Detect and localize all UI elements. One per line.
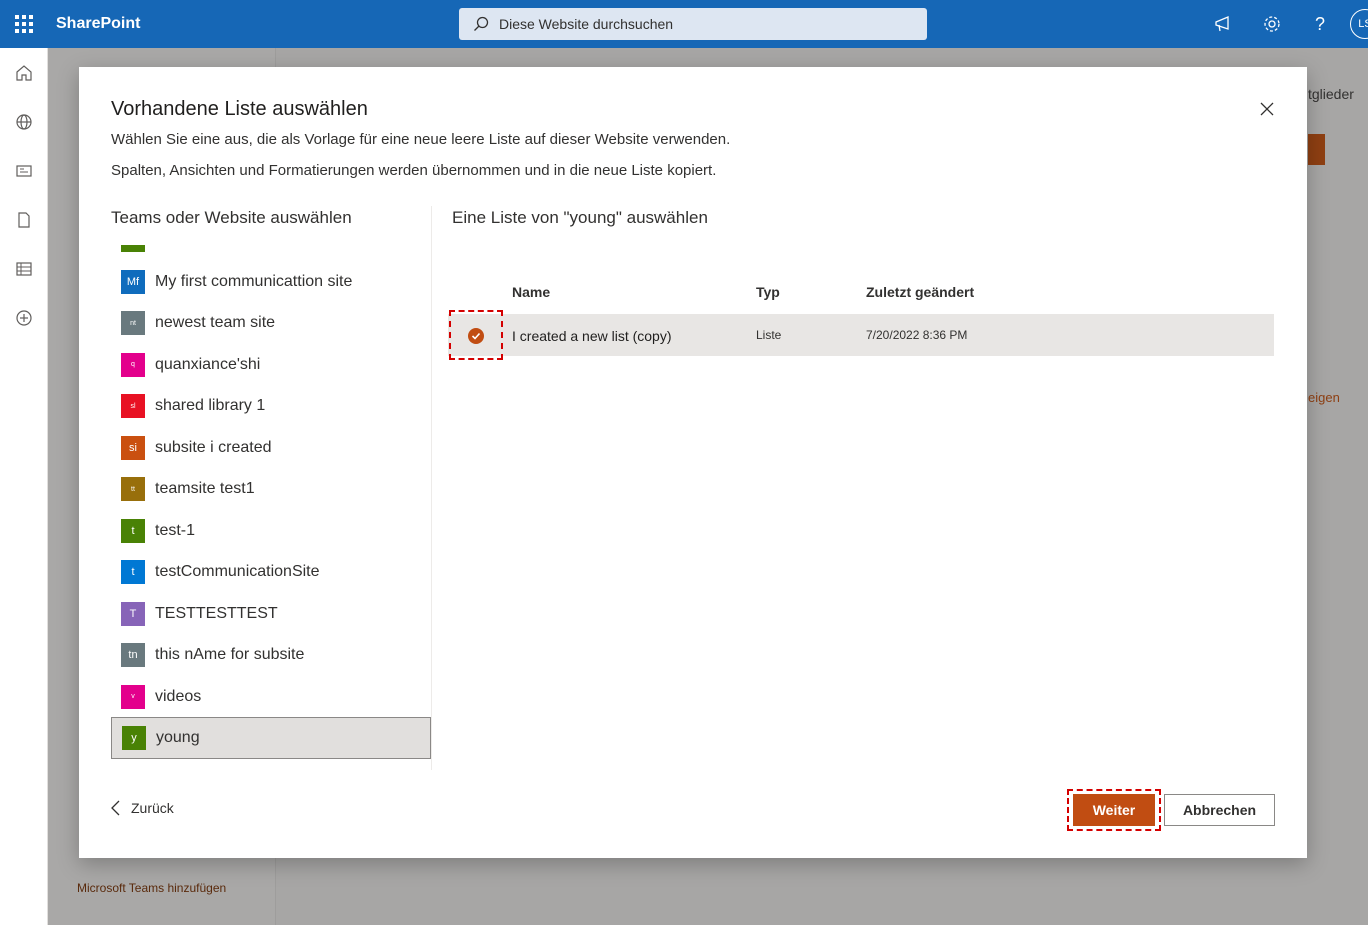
waffle-icon [15, 15, 33, 33]
site-name: this nAme for subsite [155, 646, 305, 663]
site-list-item[interactable]: y young [111, 717, 431, 759]
site-name: test-1 [155, 521, 196, 539]
site-list-item[interactable]: v videos [111, 676, 431, 718]
search-icon [474, 16, 489, 31]
suite-bar: SharePoint Diese Website durchsuchen ? L… [0, 0, 1368, 48]
site-name: teamsite test1 [155, 480, 255, 497]
app-name[interactable]: SharePoint [56, 15, 459, 33]
site-list-item[interactable]: nt newest team site [111, 302, 431, 344]
next-button[interactable]: Weiter [1073, 794, 1155, 826]
list-type: Liste [756, 328, 782, 342]
back-button[interactable]: Zurück [111, 800, 174, 816]
site-name: My first communicattion site [155, 272, 353, 290]
pane-divider [431, 206, 432, 770]
chevron-left-icon [111, 800, 120, 816]
background-new-button [1308, 134, 1325, 165]
globe-icon[interactable] [0, 97, 48, 146]
left-app-rail [0, 48, 48, 925]
site-list-item[interactable]: tn this nAme for subsite [111, 634, 431, 676]
home-icon[interactable] [0, 48, 48, 97]
site-avatar-icon: sl [121, 394, 145, 418]
app-launcher-button[interactable] [0, 0, 48, 48]
site-name: quanxiance'shi [155, 355, 261, 373]
site-avatar-icon: tt [121, 477, 145, 501]
site-picker-header: Teams oder Website auswählen [111, 208, 352, 227]
site-list-item[interactable]: sl shared library 1 [111, 385, 431, 427]
site-name: young [156, 729, 200, 746]
add-icon[interactable] [0, 293, 48, 342]
site-avatar-icon: t [121, 560, 145, 584]
background-link: eigen [1308, 390, 1340, 405]
site-avatar-icon: T [121, 601, 145, 626]
site-name: subsite i created [155, 438, 272, 456]
site-name: TESTTESTTEST [155, 604, 278, 622]
site-name: testCommunicationSite [155, 563, 320, 580]
close-button[interactable] [1255, 97, 1279, 121]
column-header-name[interactable]: Name [512, 284, 550, 300]
site-avatar-icon: t [121, 518, 145, 543]
site-avatar-icon: Mf [121, 269, 145, 294]
dialog-title: Vorhandene Liste auswählen [111, 98, 368, 120]
search-input[interactable]: Diese Website durchsuchen [459, 8, 927, 40]
close-icon [1260, 102, 1274, 116]
column-header-modified[interactable]: Zuletzt geändert [866, 284, 974, 300]
site-list-item[interactable]: m mt20000524 [111, 245, 431, 261]
help-icon[interactable]: ? [1296, 0, 1344, 48]
gear-icon[interactable] [1248, 0, 1296, 48]
dialog-description: Wählen Sie eine aus, die als Vorlage für… [111, 131, 731, 148]
site-name: shared library 1 [155, 397, 266, 414]
site-list-item[interactable]: Mf My first communicattion site [111, 261, 431, 303]
background-teams-link: Microsoft Teams hinzufügen [77, 881, 227, 895]
site-avatar-icon: nt [121, 311, 145, 335]
site-list[interactable]: m mt20000524 Mf My first communicattion sit… [111, 245, 431, 770]
site-avatar-icon: q [121, 352, 145, 377]
megaphone-icon[interactable] [1200, 0, 1248, 48]
cancel-button[interactable]: Abbrechen [1164, 794, 1275, 826]
search-placeholder: Diese Website durchsuchen [499, 16, 674, 32]
column-header-type[interactable]: Typ [756, 284, 780, 300]
site-list-item[interactable]: tt teamsite test1 [111, 468, 431, 510]
news-icon[interactable] [0, 146, 48, 195]
list-name: I created a new list (copy) [512, 328, 672, 344]
site-list-item[interactable]: T TESTTESTTEST [111, 593, 431, 635]
back-label: Zurück [131, 800, 174, 816]
site-avatar-icon: m [121, 245, 145, 252]
dialog-description-secondary: Spalten, Ansichten und Formatierungen we… [111, 162, 717, 179]
site-list-item[interactable]: t test-1 [111, 510, 431, 552]
site-name: mt20000524 [155, 245, 244, 249]
site-avatar-icon: y [122, 726, 146, 750]
site-avatar-icon: si [121, 435, 145, 460]
site-list-item[interactable]: si subsite i created [111, 427, 431, 469]
list-picker-header: Eine Liste von "young" auswählen [452, 208, 708, 227]
list-modified: 7/20/2022 8:36 PM [866, 328, 968, 342]
list-icon[interactable] [0, 244, 48, 293]
select-existing-list-dialog: Vorhandene Liste auswählen Wählen Sie ei… [79, 67, 1307, 858]
document-icon[interactable] [0, 195, 48, 244]
site-name: videos [155, 687, 202, 705]
background-members-text: tglieder [1308, 86, 1354, 102]
avatar[interactable]: LS [1350, 9, 1368, 39]
site-avatar-icon: v [121, 684, 145, 709]
site-avatar-icon: tn [121, 643, 145, 667]
site-name: newest team site [155, 314, 276, 331]
site-list-item[interactable]: t testCommunicationSite [111, 551, 431, 593]
checkbox-highlight [449, 310, 503, 360]
site-list-item[interactable]: q quanxiance'shi [111, 344, 431, 386]
